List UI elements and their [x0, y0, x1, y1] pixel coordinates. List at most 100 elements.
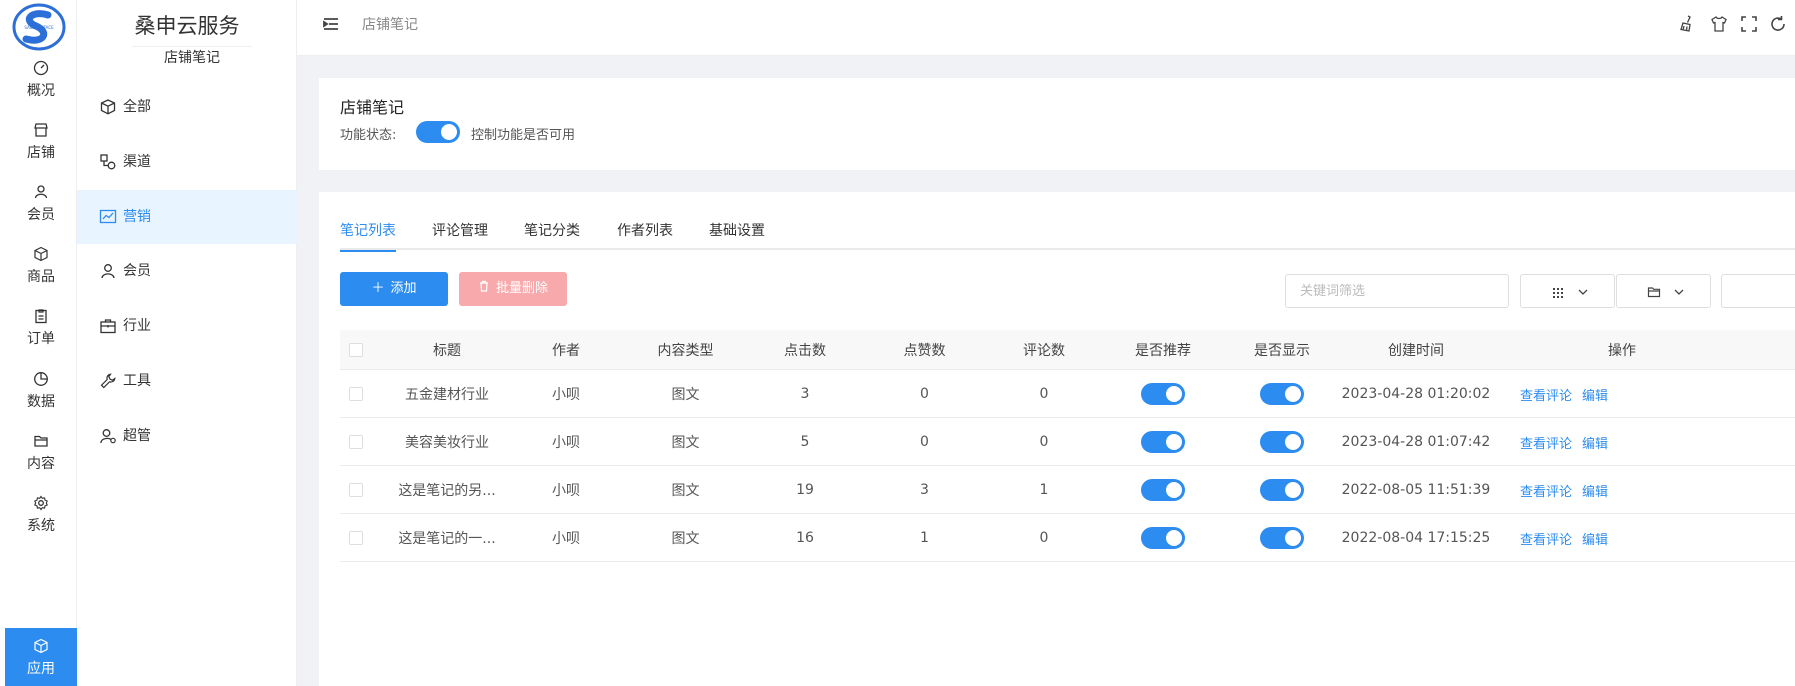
feature-status-toggle[interactable]: [416, 121, 460, 143]
rail-item-store[interactable]: 店铺: [5, 122, 77, 182]
add-button[interactable]: ＋ 添加: [340, 272, 448, 306]
row-select-cell: [340, 419, 372, 465]
row-checkbox[interactable]: [349, 483, 363, 497]
view-comments-link[interactable]: 查看评论: [1520, 529, 1572, 548]
svg-text:SANSHENFACE: SANSHENFACE: [24, 25, 54, 30]
tab-note-list[interactable]: 笔记列表: [340, 220, 396, 252]
tab-basic-settings[interactable]: 基础设置: [709, 220, 765, 250]
dashboard-icon: [33, 60, 49, 76]
sub-item-label: 超管: [123, 428, 151, 444]
rail-item-data[interactable]: 数据: [5, 371, 77, 431]
visible-toggle[interactable]: [1260, 431, 1304, 453]
tab-bar: 笔记列表 评论管理 笔记分类 作者列表 基础设置: [340, 220, 1795, 252]
created-time-cell: 2023-04-28 01:20:02: [1341, 386, 1491, 402]
batch-delete-label: 批量删除: [495, 281, 548, 296]
edit-link[interactable]: 编辑: [1582, 529, 1608, 548]
edit-link[interactable]: 编辑: [1582, 385, 1608, 404]
tab-comment-management[interactable]: 评论管理: [432, 220, 488, 250]
created-time-cell: 2022-08-05 11:51:39: [1341, 482, 1491, 498]
rail-item-content[interactable]: 内容: [5, 433, 77, 493]
folder-icon: [34, 435, 48, 447]
rail-item-overview[interactable]: 概况: [5, 60, 77, 120]
table-row: 这是笔记的一... 小呗 图文 16 1 0 2022-08-04 17:15:…: [340, 515, 1795, 562]
visible-toggle[interactable]: [1260, 383, 1304, 405]
column-header: 创建时间: [1388, 342, 1444, 359]
recommend-toggle[interactable]: [1141, 479, 1185, 501]
rail-item-goods[interactable]: 商品: [5, 246, 77, 306]
sub-sidebar: 桑申云服务 店铺笔记 全部 渠道 营销 会员 行业 工具 超管: [77, 0, 297, 686]
extra-filter-select[interactable]: [1721, 274, 1795, 308]
select-all-checkbox[interactable]: [349, 342, 363, 357]
view-comments-link[interactable]: 查看评论: [1520, 481, 1572, 500]
author-cell: 小呗: [552, 387, 580, 403]
row-select-cell: [340, 467, 372, 513]
brand-title: 桑申云服务: [134, 14, 240, 38]
author-cell: 小呗: [552, 531, 580, 547]
table-row: 五金建材行业 小呗 图文 3 0 0 2023-04-28 01:20:02 查…: [340, 371, 1795, 418]
row-checkbox[interactable]: [349, 435, 363, 449]
recommend-toggle[interactable]: [1141, 431, 1185, 453]
top-bar: 店铺笔记: [297, 0, 1795, 56]
chevron-down-icon: [1578, 289, 1588, 295]
category-select[interactable]: [1616, 274, 1711, 308]
briefcase-icon: [100, 319, 116, 334]
view-mode-select[interactable]: [1520, 274, 1615, 308]
row-checkbox[interactable]: [349, 531, 363, 545]
sub-item-all[interactable]: 全部: [77, 80, 297, 134]
tshirt-icon[interactable]: [1709, 14, 1729, 34]
sub-item-industry[interactable]: 行业: [77, 299, 297, 353]
grid-icon: [1553, 288, 1563, 298]
rail-item-label: 应用: [27, 661, 55, 677]
sub-item-member[interactable]: 会员: [77, 244, 297, 298]
broom-icon[interactable]: [1677, 14, 1697, 34]
comments-cell: 0: [1039, 434, 1049, 450]
sub-item-tools[interactable]: 工具: [77, 354, 297, 408]
sub-item-label: 渠道: [123, 154, 151, 170]
menu-fold-icon[interactable]: [321, 14, 341, 34]
rail-item-apps[interactable]: 应用: [5, 628, 77, 686]
recommend-toggle[interactable]: [1141, 527, 1185, 549]
view-comments-link[interactable]: 查看评论: [1520, 385, 1572, 404]
comments-cell: 1: [1039, 482, 1049, 498]
row-select-cell: [340, 371, 372, 417]
rail-item-system[interactable]: 系统: [5, 495, 77, 555]
refresh-icon[interactable]: [1768, 14, 1788, 34]
rail-item-label: 订单: [27, 331, 55, 347]
column-header: 是否显示: [1254, 342, 1310, 359]
edit-link[interactable]: 编辑: [1582, 433, 1608, 452]
recommend-toggle[interactable]: [1141, 383, 1185, 405]
visible-toggle[interactable]: [1260, 479, 1304, 501]
sub-item-channel[interactable]: 渠道: [77, 135, 297, 189]
edit-link[interactable]: 编辑: [1582, 481, 1608, 500]
rail-item-member[interactable]: 会员: [5, 184, 77, 244]
feature-header-card: 店铺笔记 功能状态: 控制功能是否可用: [319, 78, 1795, 170]
feature-status-description: 控制功能是否可用: [471, 128, 576, 143]
keyword-search-input[interactable]: [1285, 274, 1509, 308]
sub-item-superadmin[interactable]: 超管: [77, 409, 297, 463]
trash-icon: [478, 272, 490, 306]
visible-toggle[interactable]: [1260, 527, 1304, 549]
table-row: 这是笔记的另... 小呗 图文 19 3 1 2022-08-05 11:51:…: [340, 467, 1795, 514]
column-header: 作者: [552, 342, 580, 359]
tab-note-category[interactable]: 笔记分类: [524, 220, 580, 250]
row-checkbox[interactable]: [349, 387, 363, 401]
visible-cell: [1238, 371, 1326, 417]
content-type-cell: 图文: [671, 531, 700, 547]
rail-item-orders[interactable]: 订单: [5, 308, 77, 368]
author-cell: 小呗: [552, 435, 580, 451]
breadcrumb: 店铺笔记: [362, 17, 418, 33]
tab-author-list[interactable]: 作者列表: [617, 220, 673, 250]
batch-delete-button[interactable]: 批量删除: [459, 272, 567, 306]
user-icon: [34, 185, 48, 199]
recommend-cell: [1088, 371, 1238, 417]
folder-icon: [1647, 287, 1661, 298]
notes-main-card: 笔记列表 评论管理 笔记分类 作者列表 基础设置 ＋ 添加 批量删除 标题 作者 …: [319, 192, 1795, 686]
likes-cell: 0: [920, 386, 929, 402]
fullscreen-icon[interactable]: [1739, 14, 1759, 34]
visible-cell: [1238, 419, 1326, 465]
table-row: 美容美妆行业 小呗 图文 5 0 0 2023-04-28 01:07:42 查…: [340, 419, 1795, 466]
title-cell: 这是笔记的另...: [398, 483, 496, 499]
view-comments-link[interactable]: 查看评论: [1520, 433, 1572, 452]
sub-item-marketing[interactable]: 营销: [77, 190, 297, 244]
sub-item-label: 全部: [123, 99, 151, 115]
